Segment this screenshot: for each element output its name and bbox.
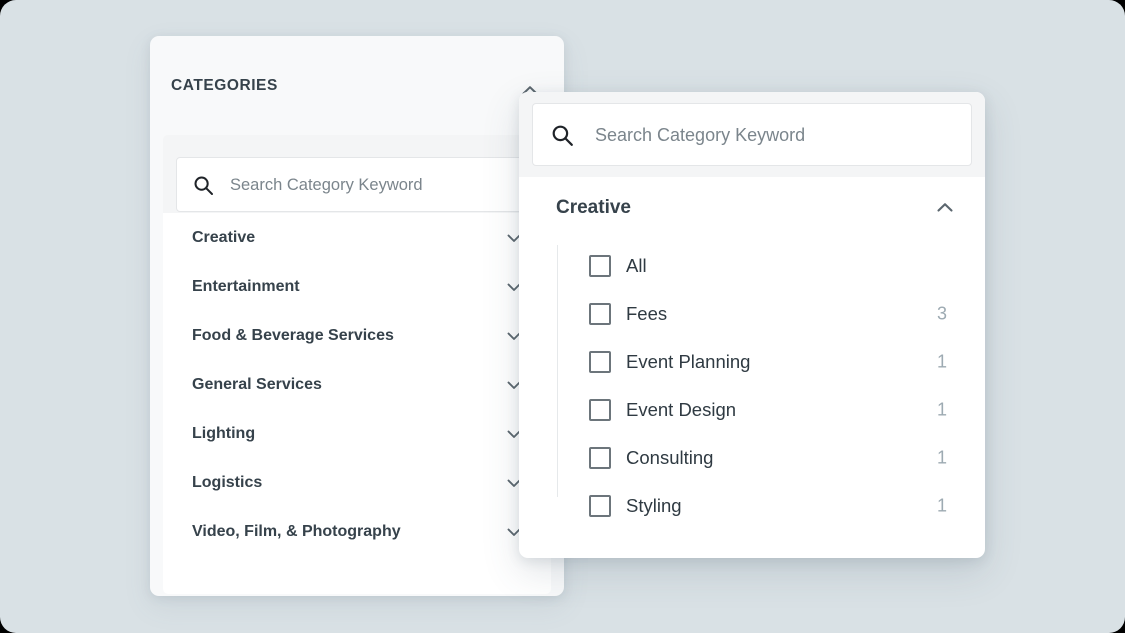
categories-search-area	[163, 135, 551, 213]
category-row-food-beverage-services[interactable]: Food & Beverage Services	[163, 311, 551, 360]
dropdown-search-input-container[interactable]	[532, 103, 972, 167]
categories-panel-header[interactable]: CATEGORIES	[150, 36, 564, 140]
category-dropdown-panel: Creative All Fees 3 Event Planning	[519, 92, 985, 558]
checkbox-styling[interactable]	[589, 495, 611, 517]
search-icon	[193, 175, 214, 196]
option-label: Event Design	[626, 399, 737, 420]
option-count: 1	[936, 447, 947, 468]
dropdown-search-area	[519, 92, 985, 177]
group-title: Creative	[556, 197, 631, 218]
checkbox-consulting[interactable]	[589, 447, 611, 469]
option-row-event-planning[interactable]: Event Planning 1	[519, 338, 985, 386]
checkbox-fees[interactable]	[589, 303, 611, 325]
option-row-consulting[interactable]: Consulting 1	[519, 434, 985, 482]
category-row-creative[interactable]: Creative	[163, 213, 551, 262]
checkbox-event-planning[interactable]	[589, 351, 611, 373]
categories-panel: CATEGORIES Search Category Keyword Creat…	[150, 36, 564, 596]
category-label: Entertainment	[192, 277, 300, 295]
categories-inner-card: Creative Entertainment Food & Beverage S…	[163, 135, 551, 594]
search-input-container[interactable]	[176, 157, 538, 213]
category-row-logistics[interactable]: Logistics	[163, 458, 551, 507]
option-list: All Fees 3 Event Planning 1 Event Design…	[519, 242, 985, 542]
option-label: Fees	[626, 303, 668, 324]
page-title: CATEGORIES	[171, 77, 278, 94]
category-row-lighting[interactable]: Lighting	[163, 409, 551, 458]
category-label: General Services	[192, 375, 322, 393]
checkbox-event-design[interactable]	[589, 399, 611, 421]
chevron-up-icon[interactable]	[932, 195, 958, 221]
option-label: All	[626, 255, 647, 276]
category-row-general-services[interactable]: General Services	[163, 360, 551, 409]
option-label: Styling	[626, 495, 682, 516]
page-root: CATEGORIES Search Category Keyword Creat…	[0, 0, 1125, 633]
option-label: Event Planning	[626, 351, 751, 372]
option-row-event-design[interactable]: Event Design 1	[519, 386, 985, 434]
option-count: 3	[936, 303, 947, 324]
category-label: Lighting	[192, 424, 256, 442]
category-label: Video, Film, & Photography	[192, 522, 401, 540]
category-row-entertainment[interactable]: Entertainment	[163, 262, 551, 311]
category-label: Food & Beverage Services	[192, 326, 394, 344]
option-label: Consulting	[626, 447, 714, 468]
search-input[interactable]	[228, 158, 532, 213]
search-icon	[551, 124, 574, 147]
group-header-creative[interactable]: Creative	[519, 177, 985, 239]
option-count: 1	[936, 495, 947, 516]
category-row-video-film-photography[interactable]: Video, Film, & Photography	[163, 507, 551, 556]
category-label: Creative	[192, 228, 256, 246]
category-label: Logistics	[192, 473, 263, 491]
option-row-styling[interactable]: Styling 1	[519, 482, 985, 530]
dropdown-search-input[interactable]	[593, 104, 967, 167]
category-list: Creative Entertainment Food & Beverage S…	[163, 213, 551, 594]
option-row-fees[interactable]: Fees 3	[519, 290, 985, 338]
option-row-all[interactable]: All	[519, 242, 985, 290]
checkbox-all[interactable]	[589, 255, 611, 277]
option-count: 1	[936, 351, 947, 372]
option-count: 1	[936, 399, 947, 420]
